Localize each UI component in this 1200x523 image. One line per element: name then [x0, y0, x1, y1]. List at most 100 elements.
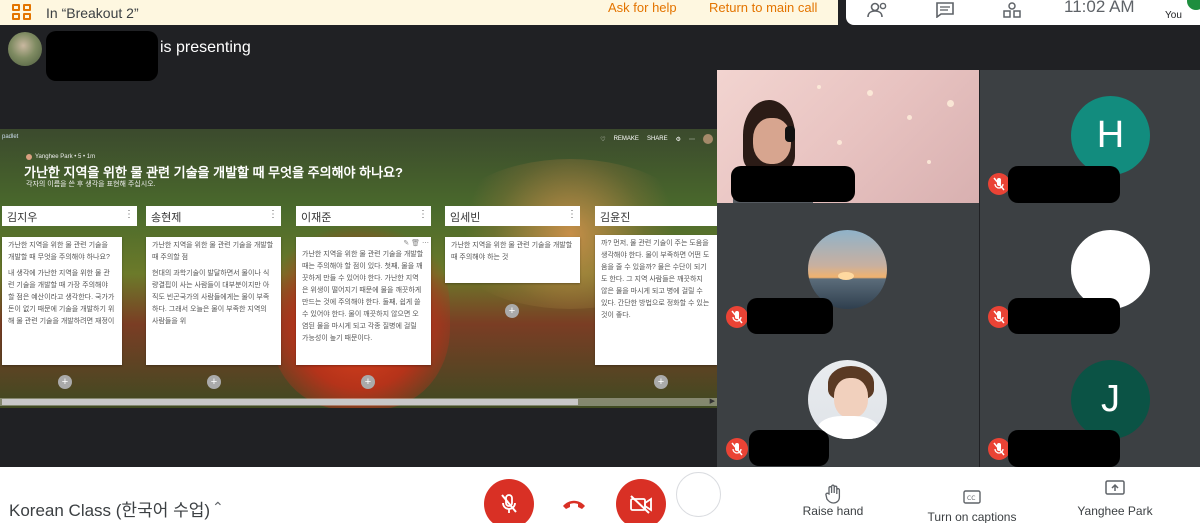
redacted-name [1008, 298, 1120, 334]
mic-toggle-button[interactable] [484, 479, 534, 523]
horizontal-scrollbar[interactable]: ▶ [0, 398, 717, 406]
add-post-button[interactable]: + [58, 375, 72, 389]
captions-label: Turn on captions [927, 510, 1017, 523]
people-icon[interactable] [867, 1, 889, 19]
participant-avatar-j: J [1071, 360, 1150, 439]
add-post-button[interactable]: + [654, 375, 668, 389]
column-header[interactable]: 김윤진 [595, 206, 717, 226]
column-header[interactable]: 김지우 ⋮ [2, 206, 137, 226]
camera-off-icon [630, 495, 652, 514]
add-post-button[interactable]: + [361, 375, 375, 389]
raise-hand-button[interactable]: Raise hand [800, 484, 866, 518]
meeting-title[interactable]: Korean Class (한국어 수업) [9, 496, 210, 521]
redacted-presenter-name [46, 31, 158, 81]
padlet-toolbar: ♡ REMAKE SHARE ⚙ ⋯ [600, 134, 713, 144]
column-header[interactable]: 송현제 ⋮ [146, 206, 281, 226]
redacted-name [1008, 430, 1120, 467]
return-to-main-call-button[interactable]: Return to main call [709, 0, 817, 15]
top-right-panel [846, 0, 1200, 25]
padlet-subtitle: 각자의 이름을 쓴 후 생각을 표현해 주십시오. [26, 181, 156, 188]
activities-icon[interactable] [1001, 1, 1023, 19]
remake-button[interactable]: REMAKE [614, 136, 639, 142]
present-screen-icon [1072, 480, 1158, 500]
kebab-menu-icon[interactable]: ⋮ [418, 209, 428, 220]
captions-button[interactable]: CC Turn on captions [922, 488, 1022, 523]
card-edit-toolbar[interactable]: ✎ 🗑 ⋯ [403, 238, 429, 250]
kebab-menu-icon[interactable]: ⋮ [124, 209, 134, 220]
breakout-rooms-icon [12, 4, 32, 21]
more-options-button[interactable] [676, 472, 721, 517]
card-body: 까? 먼저, 물 관련 기술이 주는 도움을 생각해야 한다. 물이 부족하면 … [601, 240, 710, 319]
chat-icon[interactable] [934, 1, 956, 19]
mic-off-icon [726, 438, 748, 460]
post-card[interactable]: ✎ 🗑 ⋯ 가난한 지역을 위한 물 관련 기술을 개발할 때는 주의해야 할 … [296, 237, 431, 365]
present-now-button[interactable]: Yanghee Park [1072, 480, 1158, 518]
card-body: 현대의 과학기술이 발달하면서 물이나 식량결핍이 사는 사람들이 대부분이지만… [152, 270, 270, 325]
padlet-user-avatar[interactable] [703, 134, 713, 144]
presenter-avatar [8, 32, 42, 66]
post-card[interactable]: 가난한 지역을 위한 물 관련 기술을 개발할 때 주의할 점 현대의 과학기술… [146, 237, 281, 365]
hand-icon [800, 484, 866, 504]
self-label: You [1165, 10, 1182, 21]
mic-off-icon [501, 494, 517, 513]
ask-for-help-button[interactable]: Ask for help [608, 0, 677, 15]
scroll-right-icon[interactable]: ▶ [710, 397, 715, 405]
add-post-button[interactable]: + [505, 304, 519, 318]
gear-icon[interactable]: ⚙ [676, 136, 681, 143]
add-post-button[interactable]: + [207, 375, 221, 389]
mic-off-icon [726, 306, 748, 328]
raise-hand-label: Raise hand [802, 504, 864, 518]
participant-tile-portrait[interactable] [717, 336, 979, 467]
participant-tile-blank[interactable] [980, 203, 1200, 336]
closed-captions-icon: CC [922, 488, 1022, 508]
column-header[interactable]: 이재준 ⋮ [296, 206, 431, 226]
more-icon[interactable]: ⋯ [689, 136, 695, 143]
shared-screen: padlet ♡ REMAKE SHARE ⚙ ⋯ Yanghee Park •… [0, 129, 717, 408]
mic-off-icon [988, 438, 1010, 460]
chevron-up-icon[interactable]: ⌃ [212, 499, 224, 516]
redacted-name [747, 298, 833, 334]
column-title: 이재준 [301, 212, 332, 224]
card-body: 내 생각에 가난한 지역을 위한 물 관련 기술을 개발할 때 가장 주의해야 … [8, 270, 115, 325]
mic-off-icon [988, 306, 1010, 328]
padlet-author: Yanghee Park • 5 • 1m [26, 154, 95, 160]
kebab-menu-icon[interactable]: ⋮ [268, 209, 278, 220]
presenter-name-label: Yanghee Park [1077, 504, 1153, 518]
column-title: 김윤진 [600, 212, 631, 224]
svg-text:CC: CC [967, 495, 975, 502]
scrollbar-thumb[interactable] [2, 399, 578, 405]
mic-off-icon [988, 173, 1010, 195]
heart-icon[interactable]: ♡ [600, 136, 605, 143]
participant-tile-h[interactable]: H [980, 70, 1200, 203]
kebab-menu-icon[interactable]: ⋮ [567, 209, 577, 220]
column-header[interactable]: 임세빈 ⋮ [445, 206, 580, 226]
post-card[interactable]: 가난한 지역을 위한 물 관련 기술을 개발할 때 주의해야 하는 것 [445, 237, 580, 283]
card-body: 가난한 지역을 위한 물 관련 기술을 개발할 때는 주의해야 할 점이 있다.… [302, 251, 424, 342]
redacted-name [731, 166, 855, 202]
column-title: 임세빈 [450, 212, 481, 224]
author-meta: Yanghee Park • 5 • 1m [35, 154, 96, 160]
clock-display: 11:02 AM [1064, 0, 1135, 16]
column-title: 송현제 [151, 212, 182, 224]
author-avatar [26, 154, 32, 160]
post-card[interactable]: 가난한 지역을 위한 물 관련 기술을 개발할 때 무엇을 주의해야 하나요? … [2, 237, 122, 365]
participant-avatar-h: H [1071, 96, 1150, 175]
padlet-logo: padlet [2, 134, 19, 140]
participant-avatar-photo [808, 360, 887, 439]
card-body: 가난한 지역을 위한 물 관련 기술을 개발할 때 주의해야 하는 것 [451, 242, 573, 261]
share-button[interactable]: SHARE [647, 136, 668, 142]
card-title: 가난한 지역을 위한 물 관련 기술을 개발할 때 주의할 점 [152, 242, 274, 261]
redacted-name [1008, 166, 1120, 203]
leave-call-button[interactable] [549, 479, 599, 523]
column-title: 김지우 [7, 212, 38, 224]
breakout-room-label: In “Breakout 2” [46, 4, 139, 21]
presenting-status: is presenting [160, 39, 251, 56]
hang-up-icon [563, 500, 585, 509]
redacted-name [749, 430, 829, 466]
camera-toggle-button[interactable] [616, 479, 666, 523]
participant-tile-camera[interactable] [717, 70, 979, 203]
post-card[interactable]: 까? 먼저, 물 관련 기술이 주는 도움을 생각해야 한다. 물이 부족하면 … [595, 235, 717, 365]
card-title: 가난한 지역을 위한 물 관련 기술을 개발할 때 무엇을 주의해야 하나요? [8, 242, 110, 261]
participant-tile-j[interactable]: J [980, 336, 1200, 467]
participant-tile-sunset[interactable] [717, 203, 979, 336]
